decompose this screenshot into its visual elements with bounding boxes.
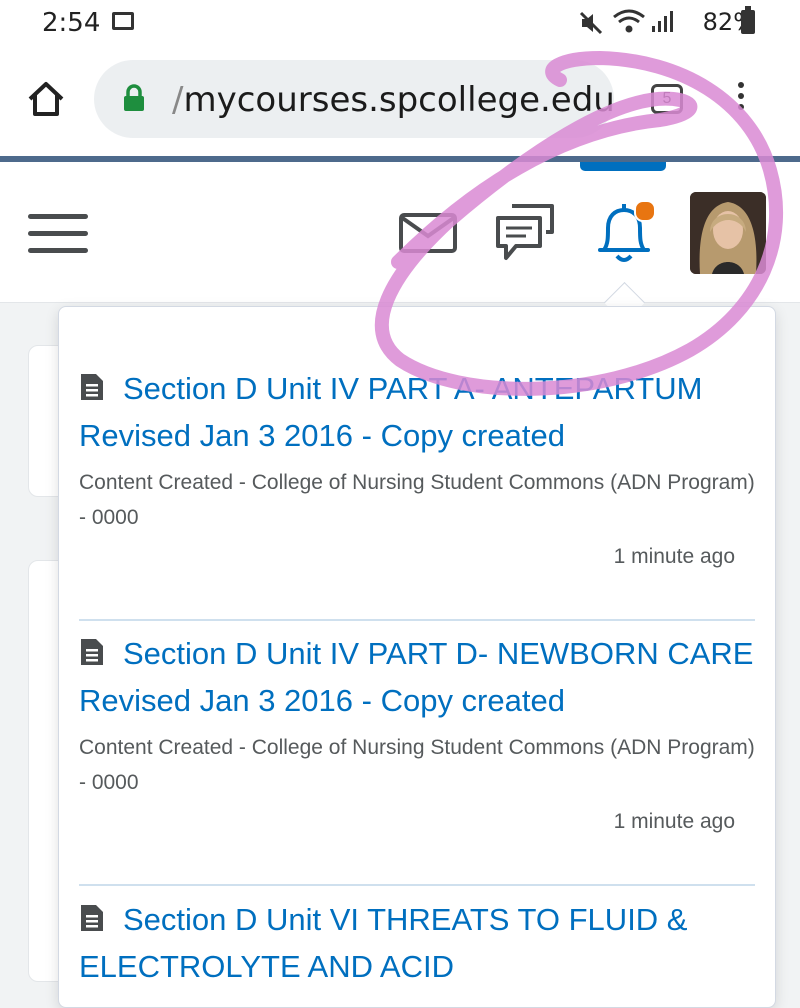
notification-title-text[interactable]: Section D Unit IV PART D- NEWBORN CARE R… bbox=[79, 636, 753, 718]
notification-time: 1 minute ago bbox=[613, 810, 735, 833]
notifications-dropdown: Section D Unit IV PART A- ANTEPARTUM Rev… bbox=[58, 306, 776, 1008]
notification-item[interactable]: Section D Unit VI THREATS TO FLUID & ELE… bbox=[79, 896, 755, 990]
site-navbar bbox=[0, 162, 800, 303]
notification-title-text[interactable]: Section D Unit IV PART A- ANTEPARTUM Rev… bbox=[79, 371, 702, 453]
lock-icon bbox=[124, 84, 144, 111]
browser-toolbar: /mycourses.spcollege.edu 5 bbox=[0, 48, 800, 156]
document-icon bbox=[81, 639, 103, 665]
status-bar: 2:54 82% bbox=[0, 0, 800, 48]
tab-switcher-button[interactable]: 5 bbox=[651, 84, 683, 114]
home-icon[interactable] bbox=[26, 80, 66, 118]
url-text: /mycourses.spcollege.edu bbox=[172, 80, 614, 120]
notification-divider bbox=[79, 619, 755, 621]
hamburger-menu-icon[interactable] bbox=[28, 214, 88, 265]
notification-title[interactable]: Section D Unit VI THREATS TO FLUID & ELE… bbox=[79, 896, 755, 990]
signal-icon bbox=[652, 11, 673, 32]
notification-time: 1 minute ago bbox=[613, 545, 735, 568]
more-menu-icon[interactable] bbox=[738, 82, 744, 115]
document-icon bbox=[81, 905, 103, 931]
user-avatar[interactable] bbox=[690, 192, 766, 274]
url-host: mycourses.spcollege.edu bbox=[183, 80, 614, 120]
notification-item[interactable]: Section D Unit IV PART A- ANTEPARTUM Rev… bbox=[79, 365, 755, 569]
email-icon[interactable] bbox=[398, 212, 458, 254]
address-bar[interactable]: /mycourses.spcollege.edu bbox=[94, 60, 614, 138]
url-prefix: / bbox=[172, 80, 184, 120]
document-icon bbox=[81, 374, 103, 400]
notification-description: Content Created - College of Nursing Stu… bbox=[79, 471, 755, 529]
notification-title-text[interactable]: Section D Unit VI THREATS TO FLUID & ELE… bbox=[79, 902, 687, 984]
status-time: 2:54 bbox=[42, 8, 101, 38]
notification-divider bbox=[79, 884, 755, 886]
notification-description: Content Created - College of Nursing Stu… bbox=[79, 736, 755, 794]
battery-icon bbox=[741, 6, 755, 34]
mute-icon bbox=[579, 11, 603, 35]
messages-icon[interactable] bbox=[494, 202, 556, 264]
notification-title[interactable]: Section D Unit IV PART A- ANTEPARTUM Rev… bbox=[79, 365, 755, 459]
notification-title[interactable]: Section D Unit IV PART D- NEWBORN CARE R… bbox=[79, 630, 755, 724]
wifi-icon bbox=[613, 9, 645, 33]
notification-badge bbox=[634, 200, 656, 222]
avatar-photo bbox=[690, 192, 766, 274]
active-indicator bbox=[580, 162, 666, 171]
mail-notification-icon bbox=[112, 12, 134, 30]
notification-item[interactable]: Section D Unit IV PART D- NEWBORN CARE R… bbox=[79, 630, 755, 834]
